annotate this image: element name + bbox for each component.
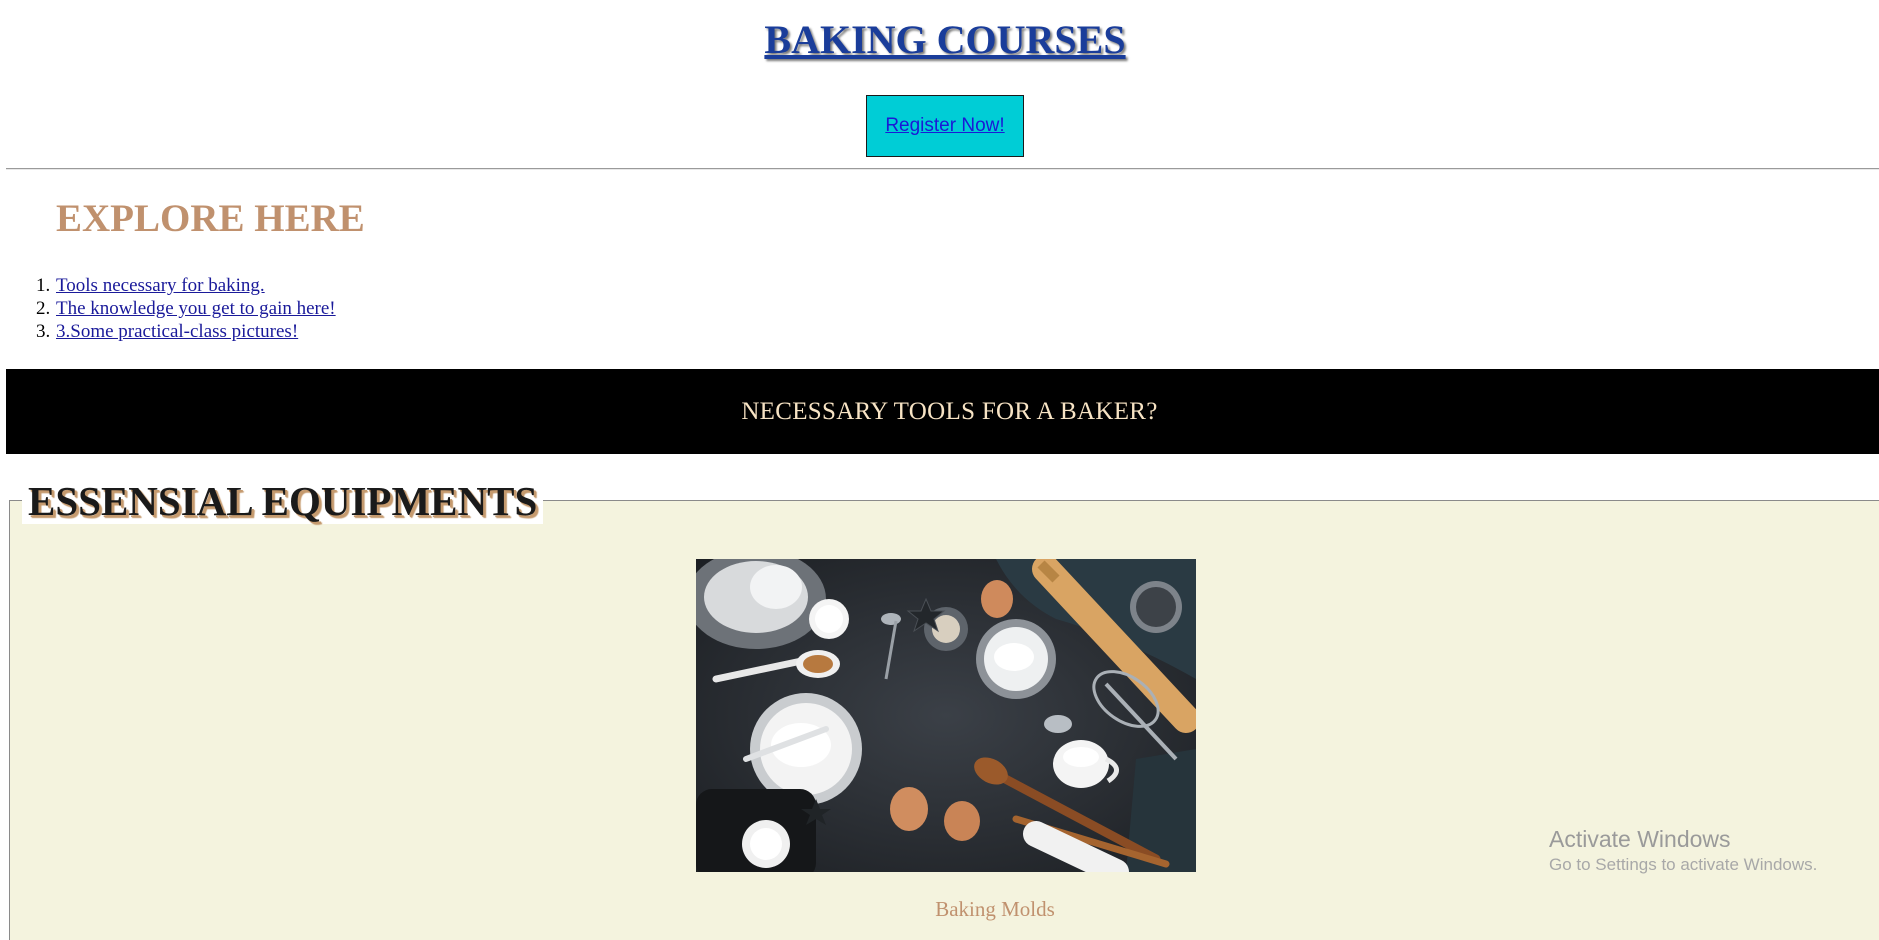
knowledge-link[interactable]: The knowledge you get to gain here! bbox=[56, 298, 336, 319]
register-box: Register Now! bbox=[866, 95, 1024, 157]
pictures-link[interactable]: 3.Some practical-class pictures! bbox=[56, 321, 298, 342]
title-link[interactable]: BAKING COURSES bbox=[764, 17, 1125, 62]
tools-link[interactable]: Tools necessary for baking. bbox=[56, 275, 265, 296]
list-number: 2. bbox=[36, 298, 51, 319]
list-number: 1. bbox=[36, 275, 51, 296]
tools-banner: NECESSARY TOOLS FOR A BAKER? bbox=[6, 369, 1879, 454]
watermark-title: Activate Windows bbox=[1549, 826, 1731, 852]
page: BAKING COURSES Register Now! EXPLORE HER… bbox=[0, 0, 1879, 940]
explore-heading: EXPLORE HERE bbox=[56, 197, 365, 240]
watermark-subtitle: Go to Settings to activate Windows. bbox=[1549, 855, 1818, 874]
page-title: BAKING COURSES bbox=[0, 18, 1879, 62]
baking-tools-photo bbox=[696, 559, 1196, 872]
list-number: 3. bbox=[36, 321, 51, 342]
list-item: 1. Tools necessary for baking. bbox=[0, 274, 336, 297]
activate-windows-watermark: Activate Windows Go to Settings to activ… bbox=[1549, 824, 1817, 876]
equipment-legend-text: ESSENSIAL EQUIPMENTS bbox=[28, 478, 538, 524]
banner-text: NECESSARY TOOLS FOR A BAKER? bbox=[741, 397, 1158, 425]
photo-caption: Baking Molds bbox=[935, 897, 1055, 921]
explore-list: 1. Tools necessary for baking. 2. The kn… bbox=[0, 274, 336, 343]
register-now-link[interactable]: Register Now! bbox=[885, 115, 1004, 137]
equipment-legend: ESSENSIAL EQUIPMENTS bbox=[22, 478, 544, 524]
list-item: 3. 3.Some practical-class pictures! bbox=[0, 320, 336, 343]
list-item: 2. The knowledge you get to gain here! bbox=[0, 297, 336, 320]
horizontal-divider bbox=[6, 168, 1879, 170]
